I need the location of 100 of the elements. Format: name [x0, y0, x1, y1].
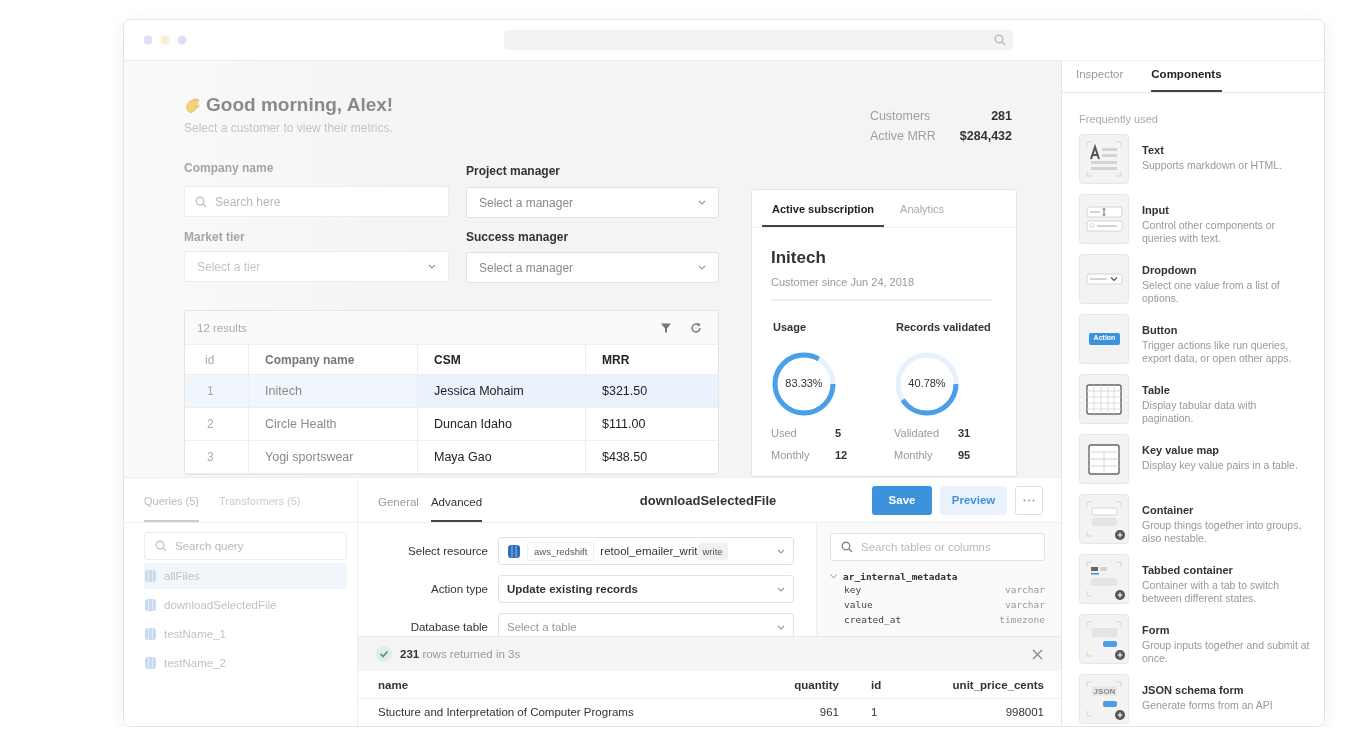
column-type: varchar	[1004, 599, 1045, 610]
chevron-icon	[777, 548, 785, 554]
tabbed-container-icon	[1079, 554, 1129, 604]
table-icon	[1079, 374, 1129, 424]
customer-since: Customer since Jun 24, 2018	[771, 276, 992, 301]
field-label: Market tier	[184, 230, 246, 244]
table-cell[interactable]: Yogi sportswear	[249, 441, 418, 474]
search-icon	[195, 195, 207, 208]
query-title: downloadSelectedFile	[638, 492, 778, 508]
component-description: Trigger actions like run queries, export data, or open other apps.	[1142, 339, 1293, 365]
chevron-icon	[428, 264, 436, 269]
container-icon	[1079, 494, 1129, 544]
search-field[interactable]: Search tables or columns	[830, 533, 1045, 561]
table-cell[interactable]: $438.50	[586, 441, 718, 474]
column-type: timezone	[999, 614, 1045, 625]
tab[interactable]: Components	[1151, 61, 1222, 92]
component-title: JSON schema form	[1142, 684, 1245, 696]
field-label: Project manager	[466, 164, 562, 178]
column-header[interactable]: unit_price_cents	[931, 671, 1061, 699]
key-value-icon	[1079, 434, 1129, 484]
component-description: Container with a tab to switch between different states.	[1142, 579, 1281, 605]
database-icon	[507, 543, 521, 559]
window-controls-icon	[143, 35, 189, 45]
component-item[interactable]: Text Supports markdown or HTML.	[1079, 134, 1324, 194]
column-header[interactable]: name	[358, 671, 751, 699]
field-label: Database table	[409, 621, 488, 633]
metric-label: Usage	[773, 321, 808, 333]
chevron-icon	[777, 624, 785, 630]
component-title: Input	[1142, 204, 1170, 216]
field-label: Select resource	[407, 545, 488, 557]
more-icon	[1023, 498, 1035, 502]
component-description: Control other components or queries with text.	[1142, 219, 1277, 245]
select-field[interactable]: Select a manager	[466, 187, 719, 218]
component-item[interactable]: Container Group things together into groups, also nestable.	[1079, 494, 1324, 554]
chevron-icon	[698, 200, 706, 205]
stat-value: $284,432	[959, 129, 1012, 143]
tab[interactable]: Active subscription	[762, 190, 885, 227]
refresh-icon	[690, 321, 702, 334]
table-name[interactable]: ar_internal_metadata	[843, 571, 958, 582]
table-cell[interactable]: $321.50	[586, 375, 718, 408]
metric-value: 95	[958, 449, 972, 461]
column-type: varchar	[1004, 584, 1045, 595]
search-icon	[841, 541, 853, 553]
table-cell[interactable]: Jessica Mohaim	[418, 375, 586, 408]
database-icon	[144, 598, 157, 612]
component-item[interactable]: Input Control other components or queries with text.	[1079, 194, 1324, 254]
mode-badge: write	[697, 542, 728, 560]
metric-key: Monthly	[771, 449, 835, 461]
select-field[interactable]: Select a manager	[466, 252, 719, 283]
component-item[interactable]: JSON JSON schema form Generate forms from an API	[1079, 674, 1324, 726]
column-header[interactable]: id	[841, 671, 931, 699]
table-cell[interactable]: $111.00	[586, 408, 718, 441]
field-label: Company name	[184, 161, 275, 175]
component-title: Text	[1142, 144, 1165, 156]
field-label: Action type	[430, 583, 488, 595]
metric-value: 31	[958, 427, 972, 439]
component-description: Group inputs together and submit at once.	[1142, 639, 1310, 665]
customer-name: Initech	[771, 248, 827, 268]
component-item[interactable]: Key value map Display key value pairs in a table.	[1079, 434, 1324, 494]
component-title: Key value map	[1142, 444, 1221, 456]
component-description: Display key value pairs in a table.	[1142, 459, 1299, 472]
input-component-icon	[1079, 194, 1129, 244]
more-button[interactable]	[1015, 485, 1043, 515]
component-title: Container	[1142, 504, 1195, 516]
metric-value: 5	[835, 427, 843, 439]
table-cell-text: Stucture and Interpretation of Computer Programs	[377, 705, 635, 720]
search-field[interactable]: Search query	[144, 532, 347, 560]
search-icon	[994, 34, 1006, 46]
component-item[interactable]: Table Display tabular data with pagination.	[1079, 374, 1324, 434]
search-icon	[155, 540, 167, 552]
icon-label: JSON	[1092, 687, 1117, 696]
component-item[interactable]: Tabbed container Container with a tab to switch between different states.	[1079, 554, 1324, 614]
table-cell[interactable]: Circle Health	[249, 408, 418, 441]
stat-label: Active MRR	[869, 129, 936, 143]
select-field[interactable]: Update existing records	[498, 575, 794, 603]
component-description: Supports markdown or HTML.	[1142, 159, 1284, 172]
component-item[interactable]: Dropdown Select one value from a list of options.	[1079, 254, 1324, 314]
resource-name: retool_emailer_writ	[600, 545, 698, 557]
metric-key: Used	[771, 427, 835, 439]
column-name: created_at	[844, 614, 902, 625]
column-header[interactable]: quantity	[751, 671, 841, 699]
component-item[interactable]: Form Group inputs together and submit at once.	[1079, 614, 1324, 674]
table-cell[interactable]: Maya Gao	[418, 441, 586, 474]
database-icon	[144, 656, 157, 670]
component-description: Group things together into groups, also nestable.	[1142, 519, 1303, 545]
field-label: Success manager	[466, 230, 570, 244]
tab[interactable]: Advanced	[430, 478, 483, 522]
search-field[interactable]: Search here	[184, 186, 449, 217]
table-cell[interactable]: Duncan Idaho	[418, 408, 586, 441]
address-bar[interactable]	[504, 30, 1013, 50]
metric-key: Monthly	[894, 449, 958, 461]
component-title: Form	[1142, 624, 1171, 636]
progress-reading: 83.33%	[784, 377, 824, 389]
form-icon	[1079, 614, 1129, 664]
table-cell-text: 961	[818, 705, 840, 720]
metric-key: Validated	[894, 427, 958, 439]
component-description: Select one value from a list of options.	[1142, 279, 1281, 305]
dropdown-component-icon	[1079, 254, 1129, 304]
section-heading: Frequently used	[1079, 113, 1159, 125]
resource-select[interactable]: aws_redshift retool_emailer_writ write	[498, 537, 794, 565]
